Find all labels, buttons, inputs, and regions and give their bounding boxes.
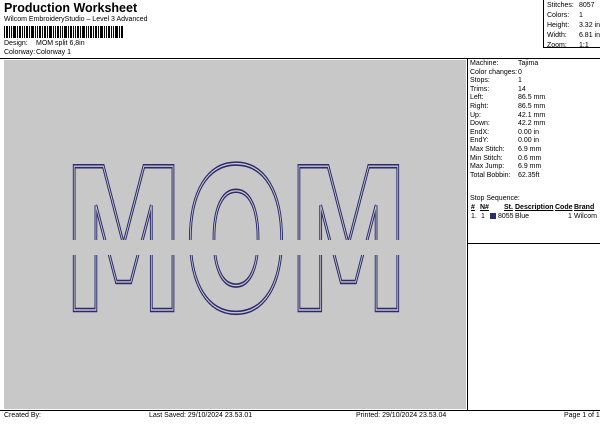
spec-label: Max Stitch: bbox=[470, 145, 505, 153]
colors-value: 1 bbox=[579, 12, 583, 19]
colorway-value: Colorway 1 bbox=[36, 49, 72, 56]
width-label: Width: bbox=[547, 32, 567, 39]
design-canvas: MOM MOM MOM MOM bbox=[4, 60, 466, 409]
spec-row: Right: 86.5 mm bbox=[470, 103, 598, 112]
spec-label: EndY: bbox=[470, 137, 489, 145]
spec-row: Total Bobbin: 62.35ft bbox=[470, 172, 598, 181]
page-number: Page 1 of 1 bbox=[564, 412, 600, 419]
spec-row: Trims: 14 bbox=[470, 86, 598, 95]
printed-date: Printed: 29/10/2024 23.53.04 bbox=[356, 412, 447, 419]
stitches-label: Stitches: bbox=[547, 2, 574, 9]
stop-sequence-table: Stop Sequence: # N# St. Description Code… bbox=[470, 194, 599, 221]
row-code: 1 bbox=[568, 213, 572, 220]
summary-box: Stitches: 8057 Colors: 1 Height: 3.32 in… bbox=[543, 0, 600, 51]
height-row: Height: 3.32 in bbox=[544, 21, 600, 31]
created-by: Created By: bbox=[4, 412, 41, 419]
colors-row: Colors: 1 bbox=[544, 11, 600, 21]
spec-value: 0.00 in bbox=[518, 128, 540, 136]
design-label: Design: bbox=[4, 40, 28, 47]
spec-row: Up: 42.1 mm bbox=[470, 112, 598, 121]
stop-sequence-title: Stop Sequence: bbox=[470, 195, 520, 202]
spec-value: 14 bbox=[518, 85, 526, 93]
col-description: Description bbox=[515, 204, 554, 211]
row-num: 1. bbox=[471, 213, 477, 220]
software-subtitle: Wilcom EmbroideryStudio – Level 3 Advanc… bbox=[4, 16, 148, 23]
thread-color-swatch bbox=[490, 213, 496, 219]
row-needle: 1 bbox=[481, 213, 485, 220]
spec-row: Max Jump: 6.9 mm bbox=[470, 163, 598, 172]
spec-value: 86.5 mm bbox=[518, 94, 546, 102]
spec-value: 6.9 mm bbox=[518, 145, 542, 153]
table-divider bbox=[468, 243, 600, 244]
spec-value: 0 bbox=[518, 68, 522, 76]
spec-label: Min Stitch: bbox=[470, 154, 503, 162]
spec-value: 0.00 in bbox=[518, 137, 540, 145]
spec-label: Right: bbox=[470, 102, 489, 110]
spec-row: Left: 86.5 mm bbox=[470, 94, 598, 103]
spec-row: Stops: 1 bbox=[470, 77, 598, 86]
spec-label: Left: bbox=[470, 94, 484, 102]
design-value: MOM split 6,8in bbox=[36, 40, 85, 47]
spec-label: Max Jump: bbox=[470, 163, 505, 171]
colors-label: Colors: bbox=[547, 12, 570, 19]
design-row: Design: MOM split 6,8in bbox=[4, 40, 85, 47]
width-row: Width: 6.81 in bbox=[544, 31, 600, 41]
spec-label: Up: bbox=[470, 111, 481, 119]
zoom-row: Zoom: 1:1 bbox=[544, 41, 600, 51]
spec-label: Stops: bbox=[470, 77, 490, 85]
colorway-row: Colorway: Colorway 1 bbox=[4, 49, 71, 56]
spec-label: Machine: bbox=[470, 60, 499, 67]
spec-row: EndY: 0.00 in bbox=[470, 137, 598, 146]
zoom-value: 1:1 bbox=[579, 42, 589, 49]
spec-value: 6.9 mm bbox=[518, 163, 542, 171]
stitches-row: Stitches: 8057 bbox=[544, 1, 600, 11]
width-value: 6.81 in bbox=[578, 32, 600, 39]
embroidery-preview: MOM MOM MOM MOM bbox=[61, 125, 412, 361]
spec-row: Min Stitch: 0.6 mm bbox=[470, 155, 598, 164]
spec-value: 62.35ft bbox=[518, 171, 540, 179]
col-stitches: St. bbox=[504, 204, 513, 211]
machine-specs: Machine: Tajima Color changes: 0 Stops: 1 Trim… bbox=[470, 60, 598, 180]
zoom-label: Zoom: bbox=[547, 42, 567, 49]
height-label: Height: bbox=[547, 22, 570, 29]
spec-label: Color changes: bbox=[470, 68, 518, 76]
spec-value: 42.2 mm bbox=[518, 120, 546, 128]
spec-row: Color changes: 0 bbox=[470, 69, 598, 78]
barcode bbox=[4, 26, 123, 38]
spec-row: Down: 42.2 mm bbox=[470, 120, 598, 129]
col-brand: Brand bbox=[574, 204, 595, 211]
row-stitches: 8055 bbox=[498, 213, 514, 220]
col-num: # bbox=[471, 204, 475, 211]
spec-value: 42.1 mm bbox=[518, 111, 546, 119]
spec-label: EndX: bbox=[470, 128, 490, 136]
table-row: 1. 1 8055 Blue 1 Wilcom bbox=[470, 212, 599, 221]
spec-row: Max Stitch: 6.9 mm bbox=[470, 146, 598, 155]
stitches-value: 8057 bbox=[579, 2, 595, 9]
row-description: Blue bbox=[515, 213, 530, 220]
spec-row: Machine: Tajima bbox=[470, 60, 598, 69]
specs-panel: Machine: Tajima Color changes: 0 Stops: 1 Trim… bbox=[467, 59, 600, 410]
spec-label: Down: bbox=[470, 120, 490, 128]
col-needle: N# bbox=[480, 204, 489, 211]
spec-row: EndX: 0.00 in bbox=[470, 129, 598, 138]
spec-value: 0.6 mm bbox=[518, 154, 542, 162]
page-title: Production Worksheet bbox=[4, 1, 138, 15]
row-brand: Wilcom bbox=[574, 213, 597, 220]
colorway-label: Colorway: bbox=[4, 49, 36, 56]
spec-value: 1 bbox=[518, 77, 522, 85]
spec-value: 86.5 mm bbox=[518, 102, 546, 110]
spec-label: Trims: bbox=[470, 85, 490, 93]
height-value: 3.32 in bbox=[578, 22, 600, 29]
spec-value: Tajima bbox=[518, 60, 539, 67]
footer-divider bbox=[0, 410, 600, 411]
stop-sequence-header: # N# St. Description Code Brand bbox=[470, 203, 599, 212]
spec-label: Total Bobbin: bbox=[470, 171, 511, 179]
last-saved: Last Saved: 29/10/2024 23.53.01 bbox=[149, 412, 253, 419]
col-code: Code bbox=[555, 204, 573, 211]
